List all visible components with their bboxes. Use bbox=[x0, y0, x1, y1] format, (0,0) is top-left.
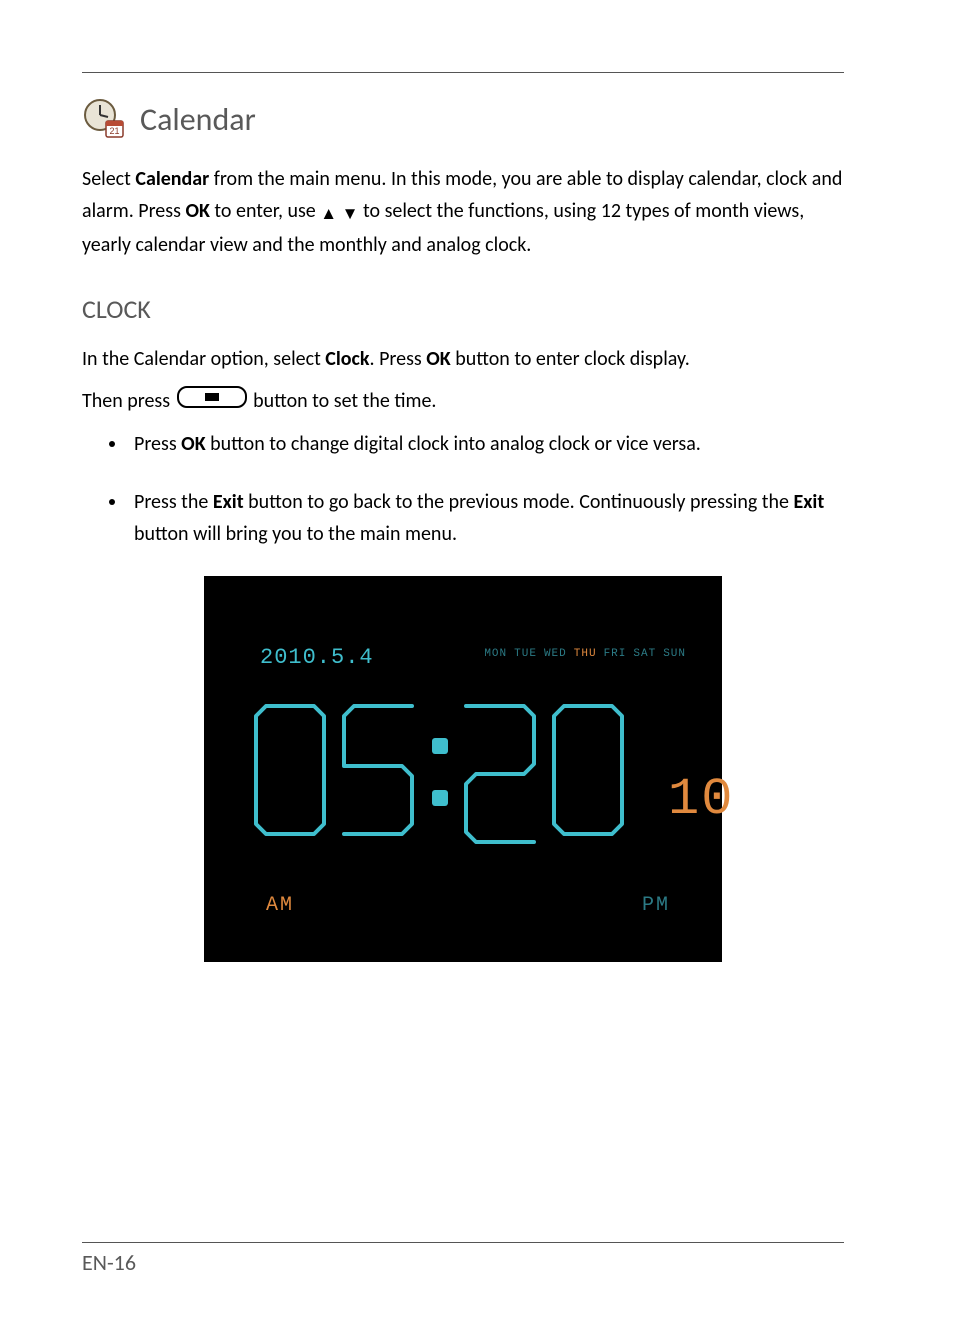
text: Select bbox=[82, 167, 135, 191]
text: In the Calendar option, select bbox=[82, 347, 325, 371]
text: Press the bbox=[134, 490, 213, 514]
down-arrow-icon bbox=[342, 197, 359, 229]
day-sat: SAT bbox=[633, 646, 656, 664]
day-fri: FRI bbox=[604, 646, 627, 664]
text: button to change digital clock into anal… bbox=[206, 432, 701, 456]
page-number: EN-16 bbox=[82, 1249, 844, 1276]
digital-clock-figure: 2010.5.4 MON TUE WED THU FRI SAT SUN bbox=[204, 576, 722, 962]
clock-subheading: CLOCK bbox=[82, 289, 844, 331]
clock-date: 2010.5.4 bbox=[260, 640, 374, 675]
keyword-clock: Clock bbox=[325, 347, 369, 371]
text: button will bring you to the main menu. bbox=[134, 522, 457, 546]
section-title: Calendar bbox=[140, 100, 256, 139]
bullet-item: Press the Exit button to go back to the … bbox=[128, 486, 844, 550]
keyword-ok: OK bbox=[426, 347, 450, 371]
keyword-exit: Exit bbox=[793, 490, 824, 514]
clock-weekdays: MON TUE WED THU FRI SAT SUN bbox=[484, 646, 686, 664]
text: button to go back to the previous mode. … bbox=[244, 490, 794, 514]
keyword-ok: OK bbox=[181, 432, 205, 456]
keyword-calendar: Calendar bbox=[135, 167, 209, 191]
text: to enter, use bbox=[210, 199, 320, 223]
text: Press bbox=[134, 432, 181, 456]
clock-figure-wrap: 2010.5.4 MON TUE WED THU FRI SAT SUN bbox=[82, 576, 844, 962]
text: button to set the time. bbox=[249, 389, 437, 413]
menu-button-icon bbox=[177, 386, 247, 418]
clock-paragraph-1: In the Calendar option, select Clock. Pr… bbox=[82, 343, 844, 375]
clock-seconds: 10 bbox=[668, 774, 734, 826]
up-arrow-icon bbox=[320, 197, 337, 229]
seven-segment-icon bbox=[254, 694, 654, 844]
day-mon: MON bbox=[484, 646, 507, 664]
top-rule bbox=[82, 72, 844, 73]
clock-time: 10 bbox=[254, 694, 734, 844]
clock-paragraph-2: Then press button to set the time. bbox=[82, 385, 844, 418]
bottom-rule bbox=[82, 1242, 844, 1243]
day-tue: TUE bbox=[514, 646, 537, 664]
clock-am: AM bbox=[266, 890, 294, 922]
body-text: Select Calendar from the main menu. In t… bbox=[82, 163, 844, 962]
section-header: 21 Calendar bbox=[82, 97, 844, 141]
day-sun: SUN bbox=[663, 646, 686, 664]
calendar-clock-icon: 21 bbox=[82, 97, 126, 141]
text: button to enter clock display. bbox=[451, 347, 690, 371]
clock-pm: PM bbox=[642, 890, 670, 922]
footer: EN-16 bbox=[82, 1242, 844, 1276]
keyword-ok: OK bbox=[185, 199, 209, 223]
keyword-exit: Exit bbox=[213, 490, 244, 514]
intro-paragraph: Select Calendar from the main menu. In t… bbox=[82, 163, 844, 261]
svg-text:21: 21 bbox=[109, 126, 119, 136]
text: Then press bbox=[82, 389, 175, 413]
day-wed: WED bbox=[544, 646, 567, 664]
bullet-item: Press OK button to change digital clock … bbox=[128, 428, 844, 460]
day-thu: THU bbox=[574, 646, 597, 664]
bullet-list: Press OK button to change digital clock … bbox=[82, 428, 844, 550]
text: . Press bbox=[370, 347, 427, 371]
